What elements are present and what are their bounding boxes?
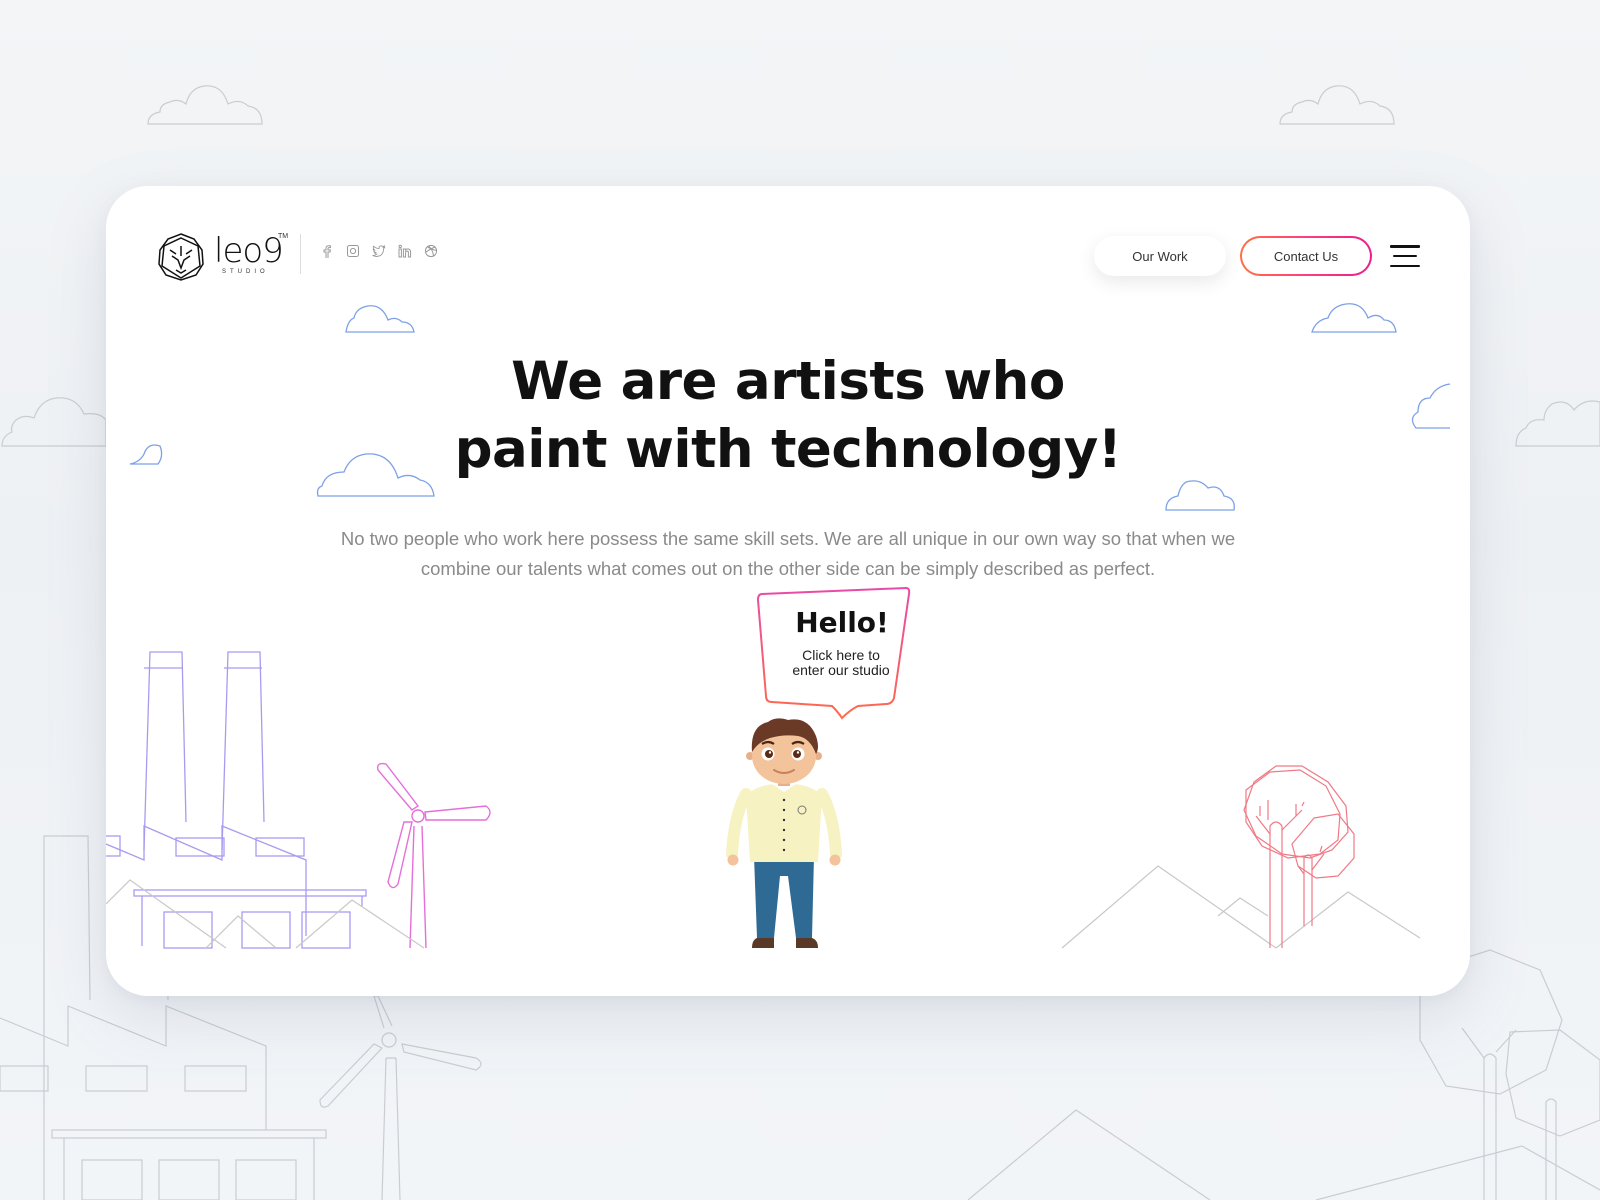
hero-subtext: No two people who work here possess the … bbox=[276, 524, 1300, 584]
social-links bbox=[320, 244, 438, 258]
hero-headline: We are artists who paint with technology… bbox=[106, 348, 1470, 484]
mascot-character[interactable] bbox=[724, 716, 844, 956]
subtext-line-1: No two people who work here possess the … bbox=[340, 528, 1236, 549]
instagram-icon[interactable] bbox=[346, 244, 360, 258]
contact-us-label: Contact Us bbox=[1242, 238, 1370, 274]
brand-tagline: STUDIO bbox=[222, 269, 269, 275]
cloud-icon bbox=[345, 305, 415, 333]
brand-name: leo9 bbox=[214, 231, 284, 271]
tree-icon bbox=[1243, 765, 1355, 948]
top-nav: Our Work Contact Us bbox=[1094, 236, 1420, 276]
bg-cloud-icon bbox=[1515, 400, 1600, 447]
dribbble-icon[interactable] bbox=[424, 244, 438, 258]
bubble-cta-line-2: enter our studio bbox=[792, 662, 890, 678]
bg-cloud-icon bbox=[147, 85, 263, 125]
trademark: TM bbox=[278, 233, 289, 240]
bg-windmill-icon bbox=[319, 995, 482, 1200]
hero-card: leo9 TM STUDIO Our Work Contact Us We ar… bbox=[106, 186, 1470, 996]
contact-us-button[interactable]: Contact Us bbox=[1240, 236, 1372, 276]
headline-line-1: We are artists who bbox=[511, 351, 1065, 412]
windmill-icon bbox=[376, 762, 491, 949]
bg-cloud-icon bbox=[1, 397, 107, 447]
cloud-icon bbox=[1311, 303, 1397, 333]
factory-icon bbox=[106, 651, 367, 949]
bg-cloud-icon bbox=[1279, 85, 1395, 125]
cloud-icon bbox=[1165, 480, 1235, 511]
bg-mountain-icon bbox=[1315, 1145, 1600, 1200]
lion-head-icon bbox=[158, 233, 204, 281]
brand-logo[interactable]: leo9 TM STUDIO bbox=[156, 231, 288, 282]
bubble-title: Hello! bbox=[795, 606, 889, 639]
twitter-icon[interactable] bbox=[372, 244, 386, 258]
facebook-icon[interactable] bbox=[320, 244, 334, 258]
headline-line-2: paint with technology! bbox=[454, 419, 1122, 480]
linkedin-icon[interactable] bbox=[398, 244, 412, 258]
bg-mountain-icon bbox=[967, 1109, 1211, 1200]
bubble-cta: Click here to enter our studio bbox=[776, 648, 906, 678]
header-divider bbox=[300, 234, 301, 274]
subtext-line-2: combine our talents what comes out on th… bbox=[420, 558, 1156, 579]
bubble-cta-line-1: Click here to bbox=[802, 647, 880, 663]
enter-studio-bubble[interactable]: Hello! Click here to enter our studio bbox=[754, 586, 914, 726]
hamburger-menu-icon[interactable] bbox=[1390, 245, 1420, 267]
brand-wordmark: leo9 TM STUDIO bbox=[214, 231, 288, 279]
our-work-button[interactable]: Our Work bbox=[1094, 236, 1226, 276]
